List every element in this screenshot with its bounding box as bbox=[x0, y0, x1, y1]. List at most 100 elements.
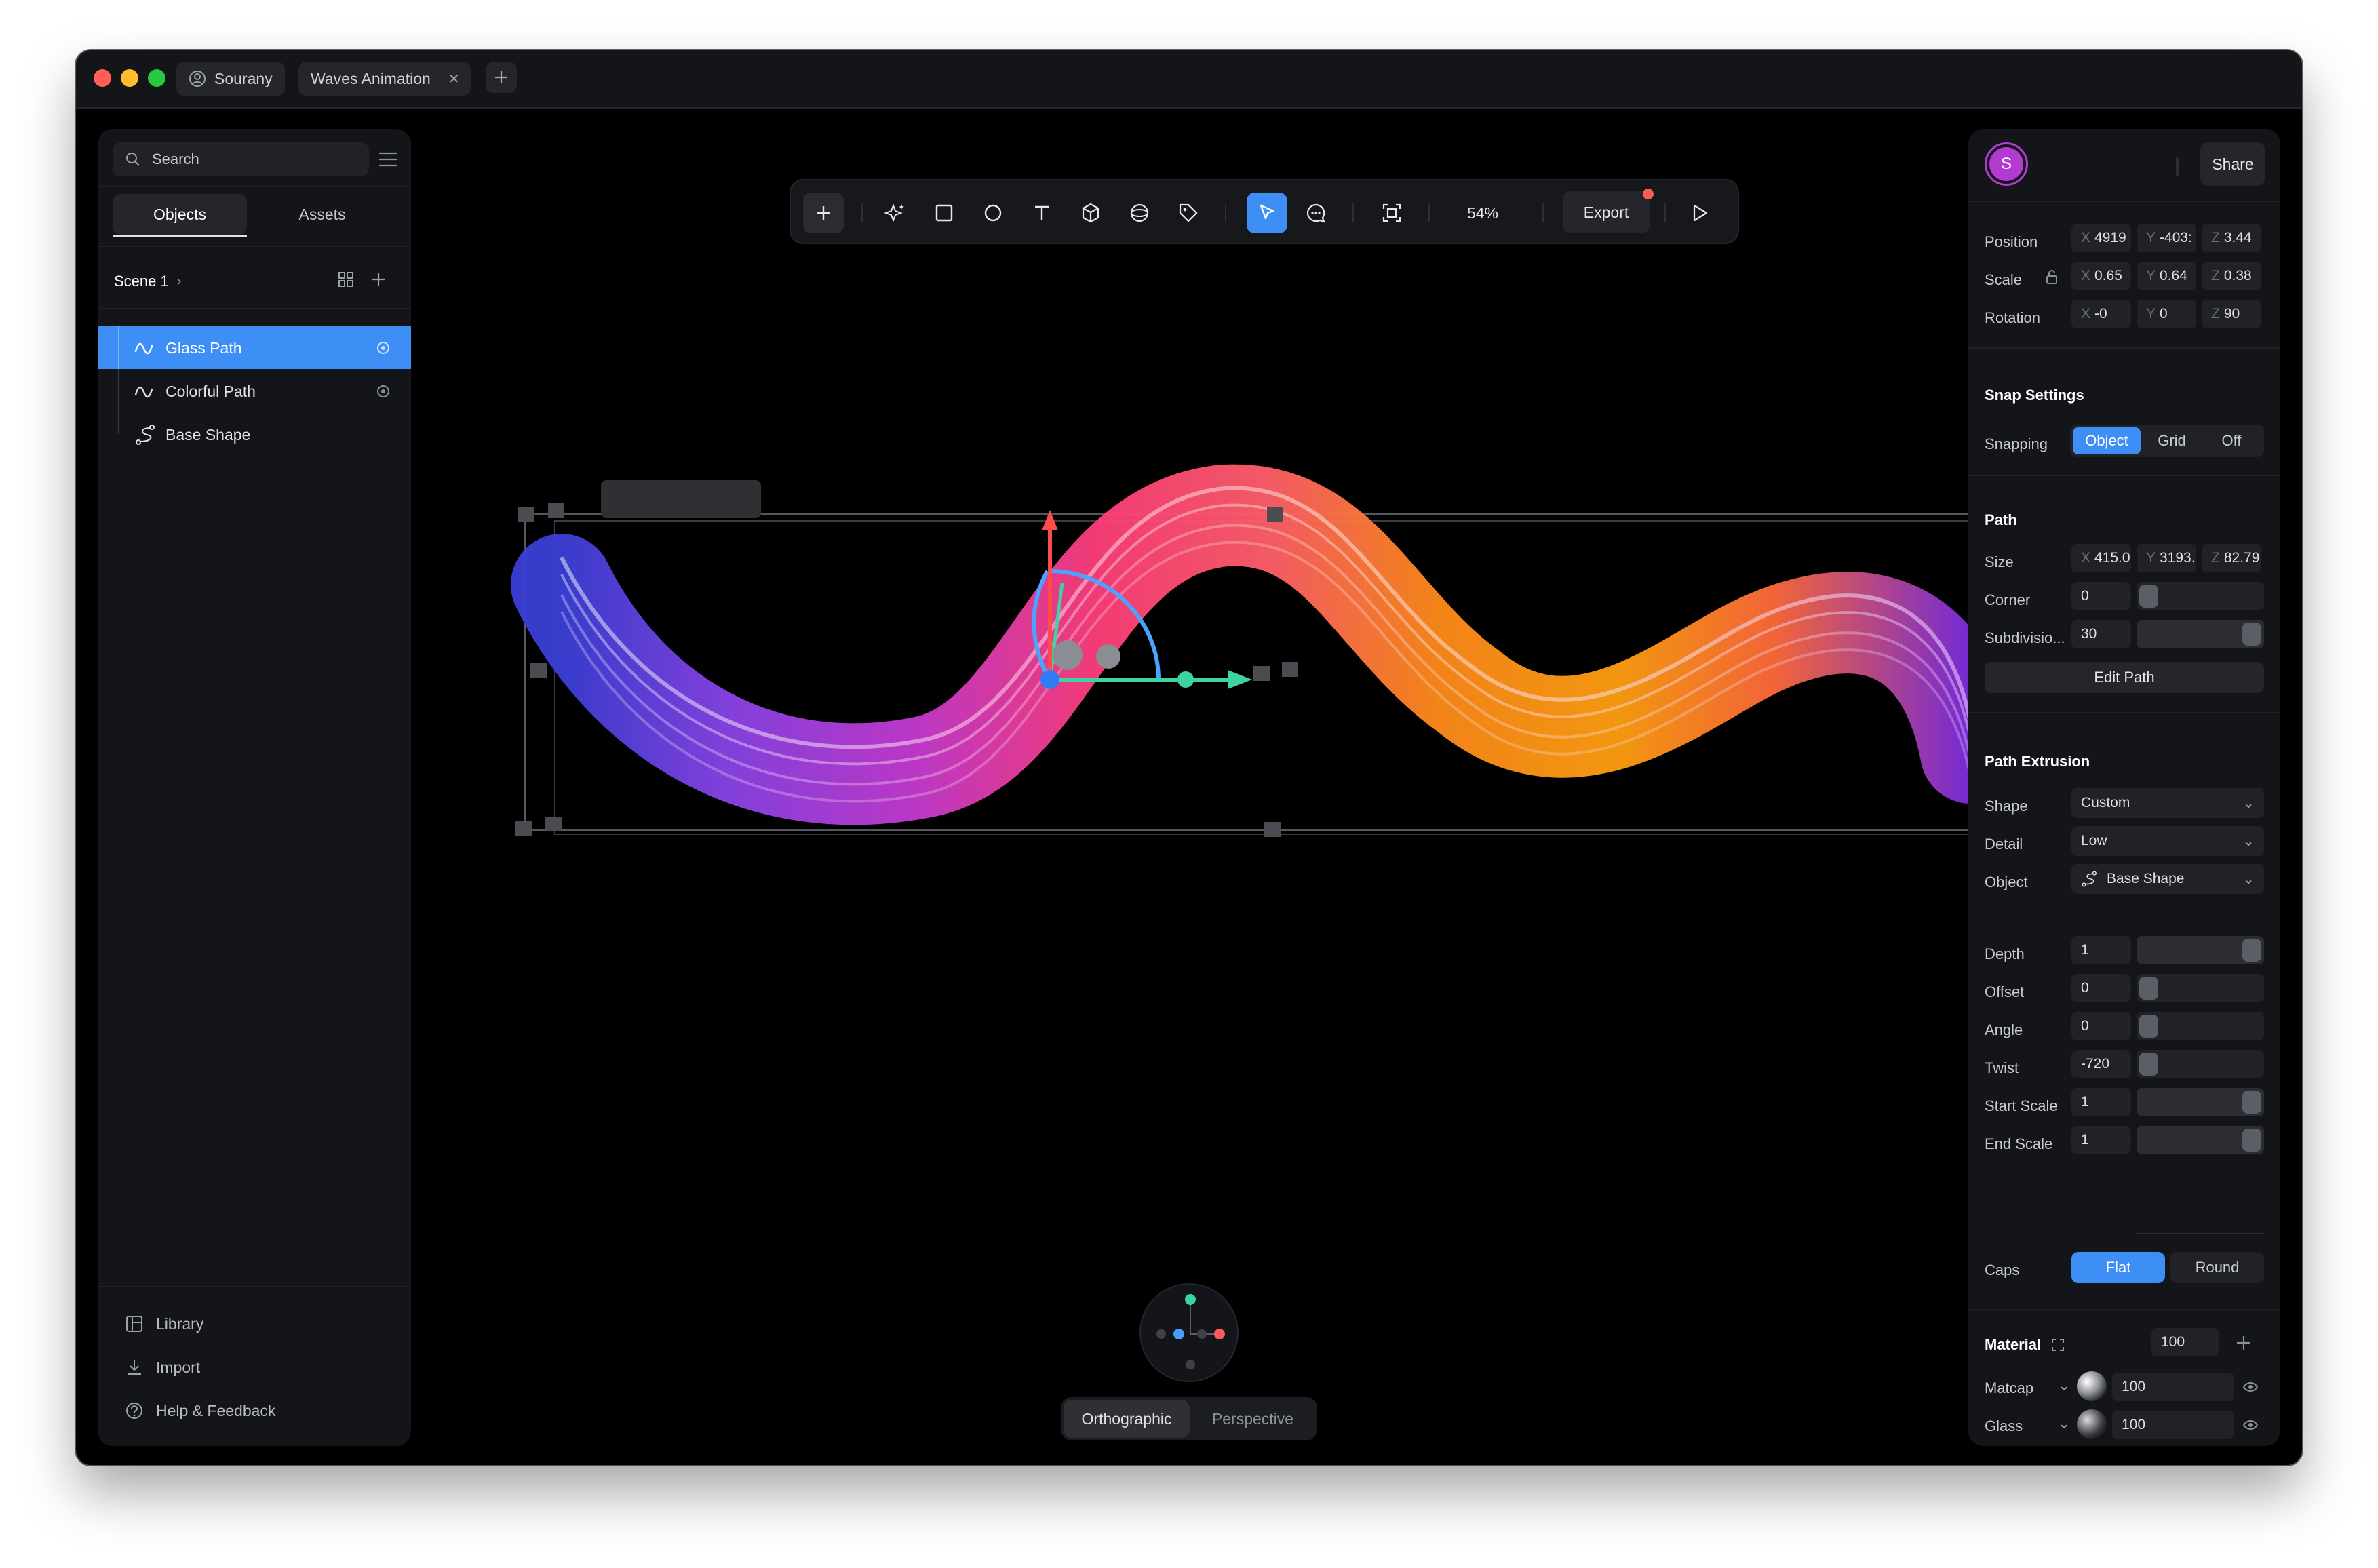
scale-x-field[interactable]: X 0.65 bbox=[2071, 262, 2131, 290]
scale-z-field[interactable]: Z 0.38 bbox=[2202, 262, 2261, 290]
position-y-field[interactable]: Y -403: bbox=[2137, 224, 2196, 252]
grid-view-icon[interactable] bbox=[336, 270, 355, 292]
caps-round-button[interactable]: Round bbox=[2170, 1252, 2264, 1283]
minimize-window-button[interactable] bbox=[121, 69, 138, 87]
add-material-icon[interactable] bbox=[2234, 1333, 2253, 1356]
slider-handle[interactable] bbox=[2139, 1053, 2158, 1076]
position-z-field[interactable]: Z 3.44 bbox=[2202, 224, 2261, 252]
sphere-tool[interactable] bbox=[1119, 193, 1160, 233]
material-layer-field[interactable]: 100 bbox=[2112, 1373, 2234, 1401]
extrusion-row-slider[interactable] bbox=[2137, 1126, 2264, 1154]
edit-path-button[interactable]: Edit Path bbox=[1985, 662, 2264, 693]
chevron-down-icon[interactable]: ⌄ bbox=[2058, 1377, 2070, 1394]
view-orientation-gizmo[interactable] bbox=[1139, 1283, 1239, 1382]
snap-grid-button[interactable]: Grid bbox=[2143, 427, 2200, 454]
ai-sparkle-tool[interactable] bbox=[875, 193, 916, 233]
material-opacity-field[interactable]: 100 bbox=[2151, 1328, 2219, 1356]
layer-colorful-path[interactable]: Colorful Path bbox=[98, 369, 411, 412]
close-window-button[interactable] bbox=[94, 69, 111, 87]
slider-handle[interactable] bbox=[2242, 1091, 2261, 1114]
slider-handle[interactable] bbox=[2242, 939, 2261, 962]
corner-field[interactable]: 0 bbox=[2071, 582, 2131, 610]
orthographic-button[interactable]: Orthographic bbox=[1064, 1400, 1190, 1438]
position-x-field[interactable]: X 4919 bbox=[2071, 224, 2131, 252]
layer-base-shape[interactable]: Base Shape bbox=[98, 412, 411, 456]
main-toolbar: 54% Export bbox=[790, 179, 1739, 244]
rotation-z-field[interactable]: Z 90 bbox=[2202, 300, 2261, 328]
subdivisions-field[interactable]: 30 bbox=[2071, 620, 2131, 648]
perspective-button[interactable]: Perspective bbox=[1190, 1400, 1316, 1438]
frame-tool[interactable] bbox=[1371, 193, 1412, 233]
new-tab-button[interactable] bbox=[486, 62, 517, 93]
extrusion-row-slider[interactable] bbox=[2137, 1012, 2264, 1040]
library-link[interactable]: Library bbox=[125, 1314, 203, 1333]
visibility-icon[interactable] bbox=[2242, 1379, 2259, 1398]
size-x-field[interactable]: X 415.0 bbox=[2071, 544, 2131, 572]
menu-icon[interactable] bbox=[377, 149, 399, 173]
material-layer-field[interactable]: 100 bbox=[2112, 1411, 2234, 1439]
extrusion-row-field[interactable]: 0 bbox=[2071, 974, 2131, 1002]
export-button[interactable]: Export bbox=[1563, 191, 1650, 233]
extrusion-row-field[interactable]: 1 bbox=[2071, 1126, 2131, 1154]
detail-select[interactable]: Low ⌄ bbox=[2071, 826, 2264, 856]
material-preview-sphere[interactable] bbox=[2077, 1371, 2107, 1401]
extrusion-row-slider[interactable] bbox=[2137, 936, 2264, 964]
corner-slider-handle[interactable] bbox=[2139, 585, 2158, 608]
slider-handle[interactable] bbox=[2139, 1015, 2158, 1038]
tab-objects[interactable]: Objects bbox=[113, 194, 247, 235]
extrusion-row-field[interactable]: -720 bbox=[2071, 1050, 2131, 1078]
maximize-window-button[interactable] bbox=[148, 69, 165, 87]
search-input[interactable]: Search bbox=[113, 142, 369, 176]
comment-tool[interactable] bbox=[1295, 193, 1336, 233]
tag-tool[interactable] bbox=[1168, 193, 1209, 233]
play-button[interactable] bbox=[1679, 193, 1720, 233]
size-y-field[interactable]: Y 3193.: bbox=[2137, 544, 2196, 572]
layer-glass-path[interactable]: Glass Path bbox=[98, 326, 411, 369]
object-select[interactable]: Base Shape ⌄ bbox=[2071, 864, 2264, 894]
lock-icon[interactable] bbox=[2044, 269, 2059, 290]
size-z-field[interactable]: Z 82.79 bbox=[2202, 544, 2261, 572]
text-tool[interactable] bbox=[1021, 193, 1062, 233]
tab-assets[interactable]: Assets bbox=[255, 194, 389, 235]
ellipse-tool[interactable] bbox=[973, 193, 1013, 233]
visibility-icon[interactable] bbox=[2242, 1417, 2259, 1436]
zoom-level[interactable]: 54% bbox=[1442, 193, 1523, 233]
subdivisions-slider-handle[interactable] bbox=[2242, 623, 2261, 646]
snap-object-button[interactable]: Object bbox=[2073, 427, 2141, 454]
add-object-icon[interactable] bbox=[369, 270, 388, 292]
close-tab-icon[interactable]: ✕ bbox=[448, 71, 460, 87]
visibility-icon[interactable] bbox=[376, 340, 391, 359]
select-tool[interactable] bbox=[1247, 193, 1287, 233]
rotation-x-field[interactable]: X -0 bbox=[2071, 300, 2131, 328]
import-link[interactable]: Import bbox=[125, 1358, 200, 1377]
shape-select[interactable]: Custom ⌄ bbox=[2071, 788, 2264, 818]
scene-selector[interactable]: Scene 1 › bbox=[114, 273, 181, 290]
add-button[interactable] bbox=[803, 193, 844, 233]
rotation-y-field[interactable]: Y0 bbox=[2137, 300, 2196, 328]
rectangle-tool[interactable] bbox=[924, 193, 964, 233]
user-tab[interactable]: Sourany bbox=[176, 62, 285, 96]
subdivisions-slider[interactable] bbox=[2137, 620, 2264, 648]
caps-flat-button[interactable]: Flat bbox=[2071, 1252, 2165, 1283]
cube-tool[interactable] bbox=[1070, 193, 1111, 233]
extrusion-row-field[interactable]: 0 bbox=[2071, 1012, 2131, 1040]
share-button[interactable]: Share bbox=[2200, 142, 2265, 186]
document-tab[interactable]: Waves Animation ✕ bbox=[298, 62, 471, 96]
snap-off-button[interactable]: Off bbox=[2203, 427, 2260, 454]
canvas[interactable] bbox=[411, 109, 2042, 1465]
extrusion-row-slider[interactable] bbox=[2137, 1088, 2264, 1116]
slider-handle[interactable] bbox=[2139, 977, 2158, 1000]
material-preview-sphere[interactable] bbox=[2077, 1409, 2107, 1439]
slider-handle[interactable] bbox=[2242, 1129, 2261, 1152]
chevron-down-icon[interactable]: ⌄ bbox=[2058, 1415, 2070, 1432]
visibility-icon[interactable] bbox=[376, 384, 391, 403]
corner-slider[interactable] bbox=[2137, 582, 2264, 610]
scale-y-field[interactable]: Y 0.64 bbox=[2137, 262, 2196, 290]
extrusion-row-field[interactable]: 1 bbox=[2071, 936, 2131, 964]
extrusion-row-field[interactable]: 1 bbox=[2071, 1088, 2131, 1116]
extrusion-row-slider[interactable] bbox=[2137, 974, 2264, 1002]
help-feedback-link[interactable]: Help & Feedback bbox=[125, 1401, 275, 1420]
avatar[interactable]: S bbox=[1985, 142, 2028, 186]
expand-icon[interactable] bbox=[2050, 1337, 2065, 1352]
extrusion-row-slider[interactable] bbox=[2137, 1050, 2264, 1078]
